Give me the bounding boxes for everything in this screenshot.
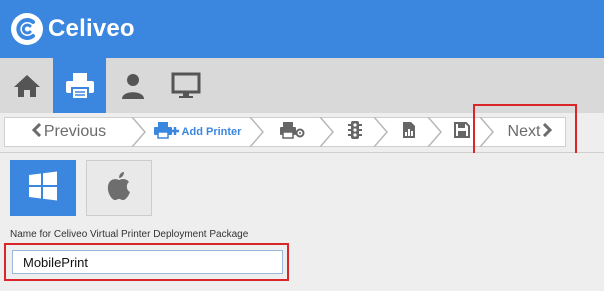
- content-area: Name for Celiveo Virtual Printer Deploym…: [0, 153, 604, 291]
- add-printer-label: Add Printer: [181, 126, 242, 138]
- nav-tab-monitor[interactable]: [159, 58, 212, 113]
- previous-button[interactable]: Previous: [5, 118, 133, 146]
- celiveo-logo-icon: [10, 12, 44, 46]
- user-icon: [119, 72, 147, 100]
- home-icon: [12, 73, 42, 99]
- nav-tab-home[interactable]: [0, 58, 53, 113]
- apple-icon: [105, 170, 133, 207]
- nav-tab-printer[interactable]: [53, 58, 106, 113]
- windows-icon: [27, 170, 59, 207]
- add-printer-icon: [153, 121, 179, 144]
- step-separator: [249, 117, 264, 147]
- previous-label: Previous: [43, 123, 107, 140]
- nav-tab-user[interactable]: [106, 58, 159, 113]
- input-highlight-box: [4, 243, 289, 281]
- step-separator: [319, 117, 334, 147]
- step-status[interactable]: [335, 118, 375, 146]
- step-separator: [427, 117, 442, 147]
- step-report[interactable]: [389, 118, 429, 146]
- printer-icon: [64, 71, 96, 101]
- chevron-left-icon: [31, 122, 42, 142]
- apple-option[interactable]: [86, 160, 152, 216]
- printer-settings-icon: [279, 121, 305, 144]
- step-printer-settings[interactable]: [265, 118, 319, 146]
- traffic-light-icon: [348, 120, 362, 144]
- step-add-printer[interactable]: Add Printer: [145, 118, 249, 146]
- save-icon: [454, 121, 470, 143]
- wizard-bar: Previous Add Printer Next: [0, 104, 604, 156]
- package-name-label: Name for Celiveo Virtual Printer Deploym…: [10, 229, 249, 240]
- next-highlight-box: [473, 104, 577, 156]
- step-separator: [373, 117, 388, 147]
- monitor-icon: [171, 72, 201, 100]
- windows-option[interactable]: [10, 160, 76, 216]
- report-icon: [402, 121, 416, 144]
- app-header: Celiveo: [0, 0, 604, 58]
- brand-name: Celiveo: [48, 15, 135, 42]
